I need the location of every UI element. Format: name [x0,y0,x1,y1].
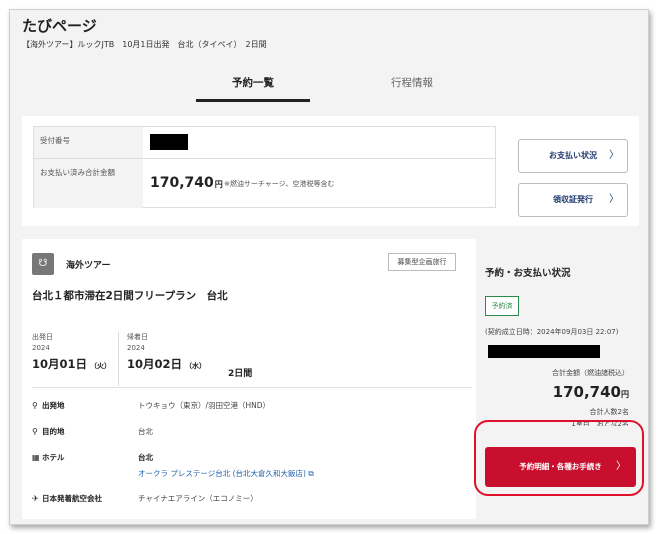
chevron-right-icon: 〉 [609,150,619,161]
return-day: 10月02日 （水） [127,357,207,371]
detail-value: 台北 オークラ プレステージ台北 (台北大倉久和大飯店) ⧉ [138,452,314,479]
detail-label: ホテル [42,453,65,462]
summary-table: 受付番号 お支払い済み合計金額 170,740円 ※燃油サーチャージ、空港税等含… [33,126,496,208]
external-link-icon: ⧉ [308,469,314,478]
reservation-details-label: 予約明細・各種お手続き [519,462,602,471]
status-badge: 予約済 [485,296,519,316]
reservation-details-button[interactable]: 予約明細・各種お手続き 〉 [485,447,636,487]
detail-value: 台北 [138,427,153,436]
tab-itinerary[interactable]: 行程情報 [355,68,469,102]
location-pin-icon: ⚲ [32,427,38,436]
reception-value [144,127,495,158]
receipt-button[interactable]: 領収証発行 〉 [518,183,628,217]
location-pin-icon: ⚲ [32,401,38,410]
chevron-right-icon: 〉 [609,194,619,205]
payment-status-button[interactable]: お支払い状況 〉 [518,139,628,173]
reception-row: 受付番号 [34,127,495,159]
airplane-icon: ✈ [32,494,39,503]
tour-category-badge: 募集型企画旅行 [388,253,456,271]
redacted-reception-number [150,134,188,150]
page-title: たびページ [22,17,97,35]
plan-title: 台北１都市滞在2日間フリープラン 台北 [32,290,228,302]
return-label: 帰着日 [127,333,148,341]
total-amount: 170,740円 [552,383,629,401]
overseas-tour-icon: ☋ [32,253,54,275]
tab-bar: 予約一覧 行程情報 [10,68,650,102]
detail-label: 出発地 [42,401,65,410]
chevron-right-icon: 〉 [616,461,626,472]
payment-summary-section: 受付番号 お支払い済み合計金額 170,740円 ※燃油サーチャージ、空港税等含… [22,116,639,226]
people-detail: 1室目 おとな2名 [571,420,629,426]
return-year: 2024 [127,344,145,352]
detail-value: トウキョウ（東京）/羽田空港（HND） [138,401,271,410]
departure-year: 2024 [32,344,50,352]
detail-label: 目的地 [42,427,65,436]
reservation-status-panel: 予約・お支払い状況 予約済 (契約成立日時：2024年09月03日 22:07)… [476,239,639,519]
reception-label: 受付番号 [34,127,143,158]
detail-value: チャイナエアライン（エコノミー） [138,494,258,503]
hotel-building-icon: ▦ [32,453,40,462]
paid-value: 170,740円 ※燃油サーチャージ、空港税等含む [144,159,495,208]
contract-date: (契約成立日時：2024年09月03日 22:07) [485,328,619,336]
detail-label: 日本発着航空会社 [42,494,102,503]
tour-type: 海外ツアー [66,261,111,271]
page-subtitle: 【海外ツアー】ルックJTB 10月1日出発 台北（タイペイ） 2日間 [22,40,267,49]
departure-day: 10月01日 （火） [32,357,112,371]
reservation-card: ☋ 海外ツアー 募集型企画旅行 台北１都市滞在2日間フリープラン 台北 出発日 … [22,239,639,519]
paid-row: お支払い済み合計金額 170,740円 ※燃油サーチャージ、空港税等含む [34,159,495,208]
total-label: 合計金額（燃油諸税込） [552,369,629,377]
status-panel-title: 予約・お支払い状況 [485,268,571,279]
payment-status-label: お支払い状況 [549,151,597,160]
paid-amount: 170,740円 [150,175,223,191]
page-frame: たびページ 【海外ツアー】ルックJTB 10月1日出発 台北（タイペイ） 2日間… [9,9,649,525]
hotel-city: 台北 [138,453,153,462]
return-date: 帰着日 2024 10月02日 （水） [118,332,206,386]
people-total: 合計人数2名 [589,408,629,416]
departure-date: 出発日 2024 10月01日 （火） [32,332,111,386]
redacted-info [488,345,600,358]
paid-note: ※燃油サーチャージ、空港税等含む [224,180,335,188]
receipt-label: 領収証発行 [553,195,593,204]
departure-label: 出発日 [32,333,53,341]
hotel-link[interactable]: オークラ プレステージ台北 (台北大倉久和大飯店) ⧉ [138,468,314,479]
trip-length: 2日間 [228,369,253,379]
paid-label: お支払い済み合計金額 [34,159,143,208]
travel-dates: 出発日 2024 10月01日 （火） 帰着日 2024 10月02日 （水） 2日… [32,332,472,388]
tab-reservations[interactable]: 予約一覧 [196,68,310,102]
